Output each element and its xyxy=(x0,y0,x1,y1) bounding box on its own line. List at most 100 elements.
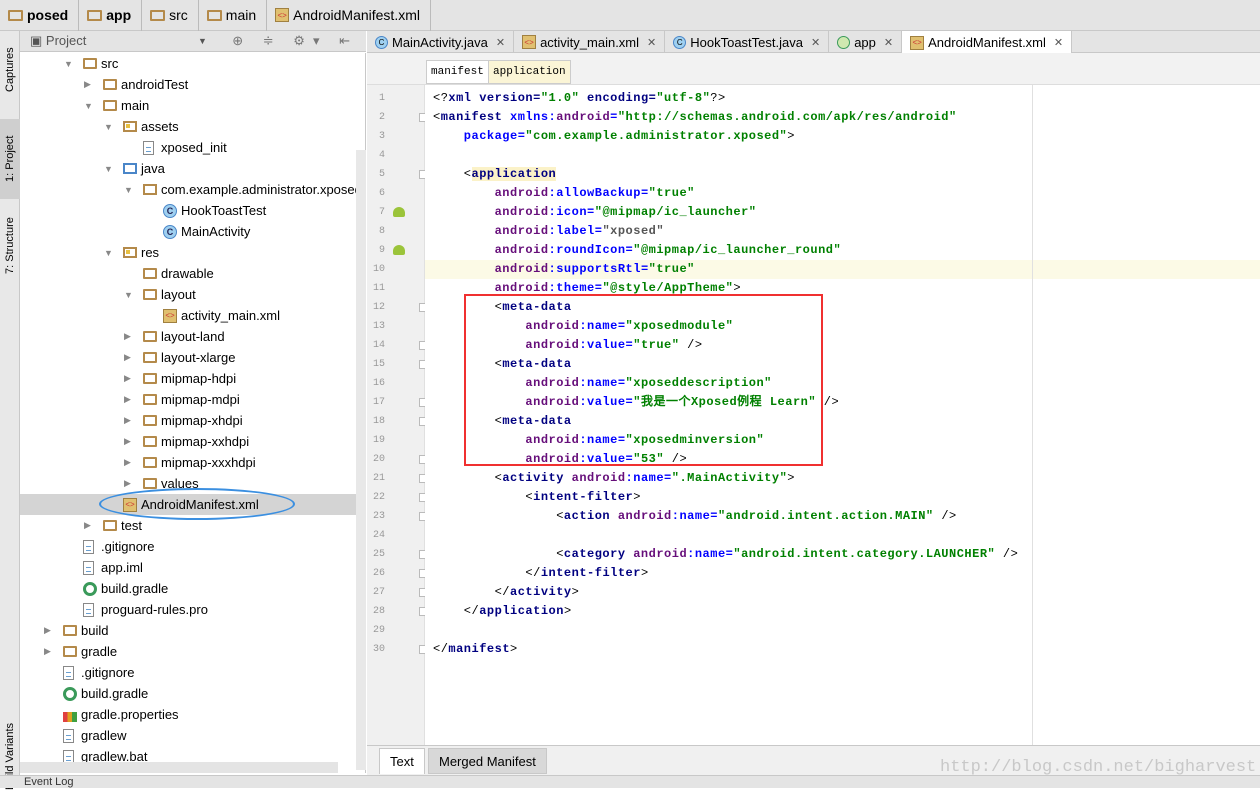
breadcrumb-item[interactable]: main xyxy=(205,0,268,31)
tree-item[interactable]: ▼ com.example.administrator.xposed xyxy=(20,179,362,200)
expanded-arrow-icon[interactable]: ▼ xyxy=(84,101,93,111)
line-number: 9 xyxy=(378,245,385,256)
collapsed-arrow-icon[interactable]: ▶ xyxy=(124,373,131,384)
project-view-selector[interactable]: ▣ Project xyxy=(30,33,86,49)
collapsed-arrow-icon[interactable]: ▶ xyxy=(124,415,131,426)
tree-item[interactable]: ▶ mipmap-xxhdpi xyxy=(20,431,356,452)
module-folder-icon xyxy=(87,9,103,21)
tree-item[interactable]: ▼ layout xyxy=(20,284,356,305)
tree-item[interactable]: ▶ mipmap-hdpi xyxy=(20,368,356,389)
code-token: package= xyxy=(433,129,526,143)
code-line: android:label="xposed" xyxy=(425,222,1260,241)
tree-item[interactable]: ▶ layout-land xyxy=(20,326,356,347)
tree-item[interactable]: ▶ build xyxy=(20,620,356,641)
tree-item[interactable]: xposed_init xyxy=(20,137,356,158)
tag-breadcrumb-manifest[interactable]: manifest xyxy=(426,60,489,84)
collapsed-arrow-icon[interactable]: ▶ xyxy=(44,625,51,636)
code-token: < xyxy=(433,471,503,485)
breadcrumb-item[interactable]: src xyxy=(148,0,199,31)
code-token: > xyxy=(640,566,649,580)
tree-item[interactable]: ▼ main xyxy=(20,95,356,116)
tree-item[interactable]: <> activity_main.xml xyxy=(20,305,356,326)
tree-item[interactable]: C MainActivity xyxy=(20,221,356,242)
tree-item[interactable]: C HookToastTest xyxy=(20,200,356,221)
code-token: "@mipmap/ic_launcher" xyxy=(594,205,757,219)
editor-tab[interactable]: C HookToastTest.java ✕ xyxy=(665,31,830,53)
tag-breadcrumb-application[interactable]: application xyxy=(488,60,571,84)
tree-item[interactable]: drawable xyxy=(20,263,356,284)
tree-item[interactable]: .gitignore xyxy=(20,536,356,557)
breadcrumb-item[interactable]: posed xyxy=(6,0,80,31)
tree-item[interactable]: gradle.properties xyxy=(20,704,356,725)
tree-item[interactable]: .gitignore xyxy=(20,662,356,683)
tree-item[interactable]: ▶ androidTest xyxy=(20,74,356,95)
collapsed-arrow-icon[interactable]: ▶ xyxy=(84,79,91,90)
code-token: android xyxy=(433,281,549,295)
folder-icon xyxy=(143,394,157,405)
tree-item[interactable]: build.gradle xyxy=(20,578,356,599)
collapsed-arrow-icon[interactable]: ▶ xyxy=(124,478,131,489)
close-icon[interactable]: ✕ xyxy=(496,36,505,49)
text-file-icon xyxy=(83,539,94,554)
tree-item[interactable]: ▼ java xyxy=(20,158,356,179)
tree-horizontal-scrollbar[interactable] xyxy=(20,762,338,773)
code-line: </intent-filter> xyxy=(425,564,1260,583)
tree-item[interactable]: ▶ mipmap-xhdpi xyxy=(20,410,356,431)
editor-tab[interactable]: <> activity_main.xml ✕ xyxy=(514,31,666,53)
panel-tool-icons[interactable]: ⊕ ≑ ⚙▾ ⇤ xyxy=(232,33,358,49)
collapsed-arrow-icon[interactable]: ▶ xyxy=(44,646,51,657)
expanded-arrow-icon[interactable]: ▼ xyxy=(104,164,113,174)
tree-item[interactable]: ▼ src xyxy=(20,53,356,74)
editor-tab-label: HookToastTest.java xyxy=(690,34,803,50)
code-token: :name= xyxy=(671,509,718,523)
captures-tool-tab[interactable]: Captures xyxy=(0,35,20,105)
tree-item[interactable]: ▶ mipmap-mdpi xyxy=(20,389,356,410)
editor-tabs: C MainActivity.java ✕ <> activity_main.xml ✕ C… xyxy=(367,31,1260,54)
tree-item[interactable]: ▶ mipmap-xxxhdpi xyxy=(20,452,356,473)
tree-item[interactable]: proguard-rules.pro xyxy=(20,599,356,620)
code-token: activity xyxy=(510,585,572,599)
breadcrumb-item[interactable]: <> AndroidManifest.xml xyxy=(273,0,431,31)
chevron-down-icon[interactable]: ▼ xyxy=(198,36,207,46)
tree-vertical-scrollbar[interactable] xyxy=(356,150,366,770)
event-log-button[interactable]: Event Log xyxy=(24,776,74,788)
breadcrumb-item[interactable]: app xyxy=(85,0,143,31)
collapsed-arrow-icon[interactable]: ▶ xyxy=(124,331,131,342)
collapsed-arrow-icon[interactable]: ▶ xyxy=(124,436,131,447)
folder-icon xyxy=(143,268,157,279)
line-number: 2 xyxy=(378,112,385,123)
tree-item[interactable]: build.gradle xyxy=(20,683,356,704)
close-icon[interactable]: ✕ xyxy=(647,36,656,49)
tree-item[interactable]: gradlew xyxy=(20,725,356,746)
tree-item[interactable]: app.iml xyxy=(20,557,356,578)
close-icon[interactable]: ✕ xyxy=(884,36,893,49)
code-token: "true" xyxy=(648,262,695,276)
expanded-arrow-icon[interactable]: ▼ xyxy=(104,248,113,258)
tree-item-label: activity_main.xml xyxy=(181,308,280,323)
tree-item[interactable]: ▼ assets xyxy=(20,116,356,137)
code-line: <category android:name="android.intent.c… xyxy=(425,545,1260,564)
tab-text[interactable]: Text xyxy=(379,748,425,774)
code-token: :roundIcon= xyxy=(548,243,634,257)
editor-tab[interactable]: <> AndroidManifest.xml ✕ xyxy=(902,31,1073,54)
tab-merged-manifest[interactable]: Merged Manifest xyxy=(428,748,547,774)
expanded-arrow-icon[interactable]: ▼ xyxy=(124,185,133,195)
editor-tab[interactable]: C MainActivity.java ✕ xyxy=(367,31,515,53)
close-icon[interactable]: ✕ xyxy=(1054,36,1063,49)
project-tool-tab[interactable]: 1: Project xyxy=(0,119,20,199)
collapsed-arrow-icon[interactable]: ▶ xyxy=(124,352,131,363)
structure-tool-tab[interactable]: 7: Structure xyxy=(0,206,20,286)
collapsed-arrow-icon[interactable]: ▶ xyxy=(84,520,91,531)
tree-item[interactable]: ▶ layout-xlarge xyxy=(20,347,356,368)
tree-item[interactable]: ▼ res xyxy=(20,242,356,263)
tree-item[interactable]: ▶ gradle xyxy=(20,641,356,662)
collapsed-arrow-icon[interactable]: ▶ xyxy=(124,457,131,468)
expanded-arrow-icon[interactable]: ▼ xyxy=(64,59,73,69)
close-icon[interactable]: ✕ xyxy=(811,36,820,49)
expanded-arrow-icon[interactable]: ▼ xyxy=(104,122,113,132)
code-token: :name= xyxy=(625,471,672,485)
expanded-arrow-icon[interactable]: ▼ xyxy=(124,290,133,300)
collapsed-arrow-icon[interactable]: ▶ xyxy=(124,394,131,405)
editor-tab[interactable]: app ✕ xyxy=(829,31,903,53)
